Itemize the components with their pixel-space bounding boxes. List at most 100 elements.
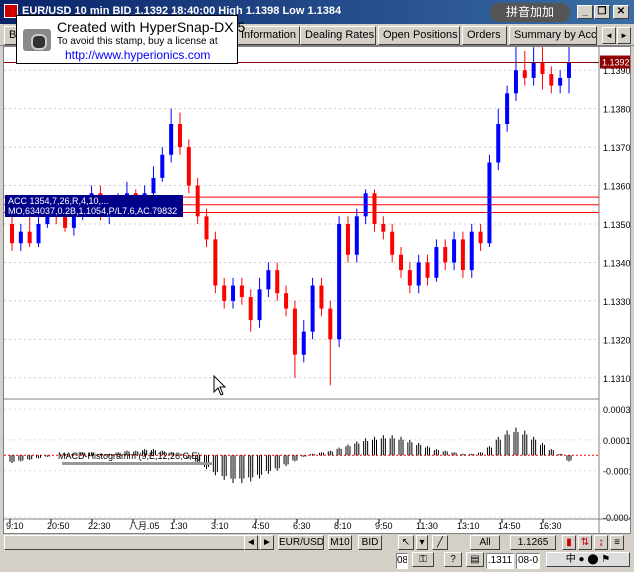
candle-body bbox=[549, 74, 554, 86]
candle-body bbox=[478, 231, 483, 244]
tab-summary-by-account[interactable]: Summary by Acc bbox=[509, 26, 597, 45]
scroll-right-icon[interactable]: ► bbox=[260, 535, 274, 550]
tab-scroll-left-icon[interactable]: ◄ bbox=[602, 27, 616, 44]
tab-scroll-right-icon[interactable]: ► bbox=[617, 27, 631, 44]
minimize-button[interactable]: _ bbox=[577, 5, 593, 19]
mouse-cursor-icon bbox=[213, 374, 227, 396]
chart-canvas: 1.13901.13801.13701.13601.13501.13401.13… bbox=[4, 47, 630, 533]
time-axis-label: 4:50 bbox=[252, 521, 270, 531]
help-icon[interactable]: ? bbox=[444, 552, 462, 567]
candle-body bbox=[18, 231, 23, 244]
candle-body bbox=[177, 124, 182, 148]
stamp-line2: To avoid this stamp, buy a license at bbox=[57, 36, 218, 47]
macd-axis-label: -0.0001 bbox=[603, 467, 630, 477]
tab-dealing-rates[interactable]: Dealing Rates bbox=[300, 26, 376, 45]
candle-body bbox=[460, 239, 465, 271]
pointer-tool-icon[interactable]: ↖ bbox=[398, 535, 414, 550]
price-axis-label: 1.1380 bbox=[603, 105, 630, 115]
price-axis-label: 1.1340 bbox=[603, 258, 630, 268]
stamp-link[interactable]: http://www.hyperionics.com bbox=[65, 48, 210, 62]
candle-body bbox=[292, 308, 297, 355]
candle-body bbox=[416, 262, 421, 286]
side-button[interactable]: BID bbox=[358, 535, 382, 550]
candle-body bbox=[354, 216, 359, 255]
candle-body bbox=[248, 297, 253, 321]
candle-body bbox=[71, 216, 76, 228]
time-axis-label: 20:50 bbox=[47, 521, 70, 531]
time-axis-label: 八月.05 bbox=[129, 521, 160, 531]
ime-indicator[interactable]: 拼音加加 bbox=[490, 3, 570, 22]
time-axis-label: 9:10 bbox=[6, 521, 24, 531]
price-badge: 1.1392 bbox=[602, 58, 630, 68]
candle-body bbox=[231, 285, 236, 301]
candle-body bbox=[204, 216, 209, 240]
candle-body bbox=[284, 293, 289, 309]
interval-button[interactable]: M10 bbox=[328, 535, 352, 550]
dropdown-icon[interactable]: ▾ bbox=[416, 535, 428, 550]
macd-axis-label: -0.0004 bbox=[603, 513, 630, 523]
candle-body bbox=[372, 193, 377, 224]
stamp-line1: Created with HyperSnap-DX 5 bbox=[57, 19, 246, 35]
key-icon[interactable]: ⚿ bbox=[412, 552, 434, 567]
time-axis-label: 14:50 bbox=[498, 521, 521, 531]
time-axis-label: 13:10 bbox=[457, 521, 480, 531]
candle-body bbox=[390, 231, 395, 255]
candle-body bbox=[266, 270, 271, 290]
price-axis-label: 1.1370 bbox=[603, 143, 630, 153]
zoom-icon[interactable]: ↨ bbox=[594, 535, 608, 550]
candle-body bbox=[513, 70, 518, 94]
candle-body bbox=[63, 216, 68, 228]
candle-body bbox=[301, 331, 306, 355]
candle-body bbox=[319, 285, 324, 309]
candle-body bbox=[160, 154, 165, 178]
candle-body bbox=[195, 185, 200, 217]
candle-body bbox=[275, 270, 280, 294]
candle-body bbox=[257, 289, 262, 321]
candle-body bbox=[399, 254, 404, 271]
info-line2: MO,634037,0.2B,1.1054,P/L7.6,AC.79832 bbox=[8, 206, 178, 216]
candle-body bbox=[337, 224, 342, 340]
price-chart[interactable]: 1.1390 1.1380 1.1370 1.1360 1.1350 1.1340 1.13… bbox=[3, 46, 631, 534]
candle-body bbox=[345, 224, 350, 255]
candle-body bbox=[36, 224, 41, 244]
candle-body bbox=[531, 62, 536, 78]
time-axis-label: 6:30 bbox=[293, 521, 311, 531]
candle-body bbox=[381, 224, 386, 232]
tab-orders[interactable]: Orders bbox=[462, 26, 507, 45]
time-axis-label: 22:30 bbox=[88, 521, 111, 531]
time-axis-label: 8:10 bbox=[334, 521, 352, 531]
scroll-left-icon[interactable]: ◄ bbox=[244, 535, 258, 550]
tab-open-positions[interactable]: Open Positions bbox=[378, 26, 460, 45]
draw-line-icon[interactable]: ╱ bbox=[432, 535, 448, 550]
candle-body bbox=[496, 124, 501, 163]
candle-body bbox=[328, 308, 333, 340]
macd-axis-label: 0.0003 bbox=[603, 405, 630, 415]
candle-body bbox=[186, 147, 191, 186]
restore-button[interactable]: ❐ bbox=[594, 5, 610, 19]
symbol-button[interactable]: EUR/USD bbox=[278, 535, 324, 550]
chart-type-icon[interactable]: ▮ bbox=[562, 535, 576, 550]
time-axis-label: 11:30 bbox=[416, 521, 438, 531]
candle-body bbox=[558, 77, 563, 86]
price-axis-label: 1.1320 bbox=[603, 335, 630, 345]
horizontal-scrollbar[interactable] bbox=[4, 535, 262, 550]
tab-information[interactable]: Information bbox=[236, 26, 300, 45]
macd-label: MACD-Histogramm (9,E,12,26,C,E) bbox=[58, 451, 201, 461]
tray-icons[interactable]: 中 ● ⬤ ⚑ bbox=[546, 552, 630, 567]
position-info-box[interactable]: ACC 1354,7,26,R,4,10,... MO,634037,0.2B,… bbox=[5, 195, 183, 217]
candle-body bbox=[310, 285, 315, 332]
all-button[interactable]: All bbox=[470, 535, 500, 550]
candle-body bbox=[239, 285, 244, 298]
field-date[interactable]: 08 bbox=[396, 553, 408, 569]
price-display: 1.1265 bbox=[510, 535, 556, 550]
field-price: .1311 bbox=[486, 553, 514, 569]
macd-label-underline bbox=[62, 462, 212, 465]
price-axis-label: 1.1330 bbox=[603, 297, 630, 307]
chart-icon[interactable]: ▤ bbox=[466, 552, 484, 567]
close-button[interactable]: ✕ bbox=[613, 5, 629, 19]
settings-icon[interactable]: ≡ bbox=[610, 535, 624, 550]
field-time: 08-0 bbox=[516, 553, 540, 569]
candle-body bbox=[169, 124, 174, 155]
indicator-icon[interactable]: ⇅ bbox=[578, 535, 592, 550]
price-axis-label: 1.1310 bbox=[603, 374, 630, 384]
